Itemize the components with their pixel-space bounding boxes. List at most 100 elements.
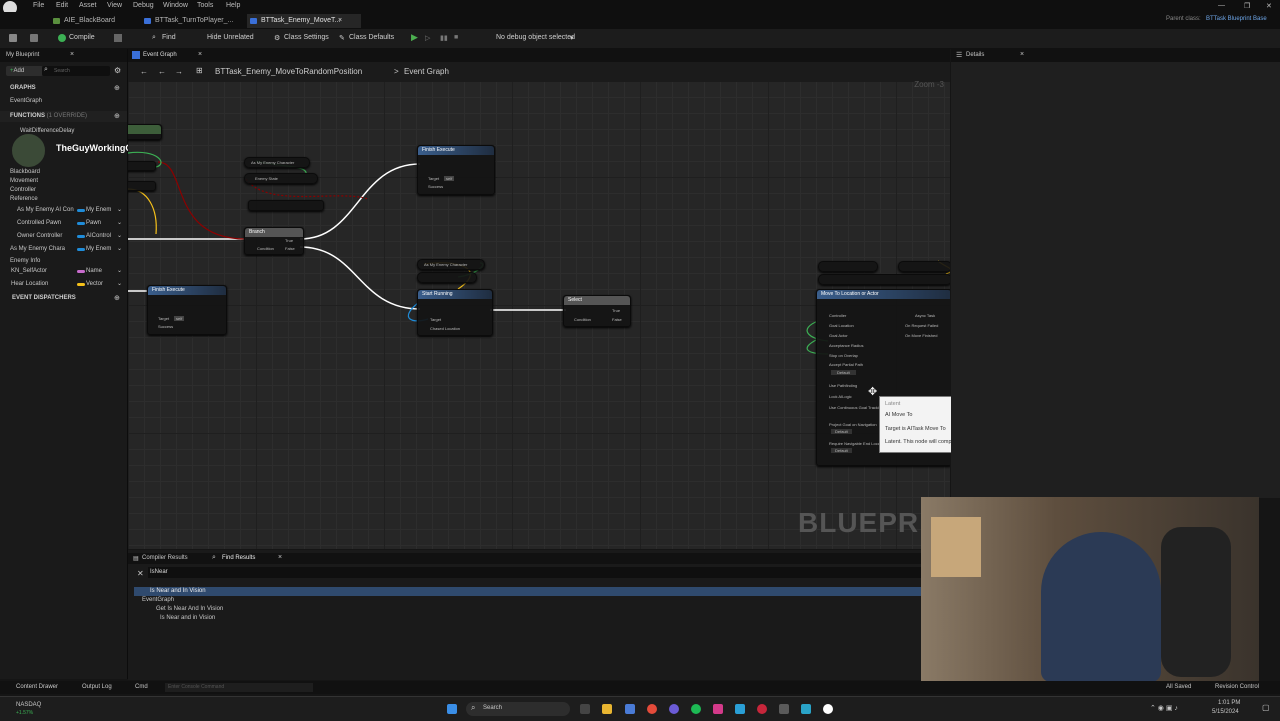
chevron-down-icon[interactable]: ⌄: [117, 266, 122, 277]
branch-node[interactable]: Branch Condition True False: [244, 227, 304, 255]
pin-default-select[interactable]: Default: [831, 448, 852, 453]
branch-node[interactable]: Select Condition True False: [563, 295, 631, 327]
menu-help[interactable]: Help: [226, 2, 240, 9]
menu-view[interactable]: View: [107, 2, 122, 9]
clear-search-icon[interactable]: ✕: [137, 569, 144, 578]
tab-turn-to-player[interactable]: BTTask_TurnToPlayer_...: [141, 14, 253, 28]
category-reference[interactable]: Reference: [0, 194, 127, 205]
as-my-enemy-character-getter[interactable]: As My Enemy Character: [417, 259, 485, 270]
enum-compare-node[interactable]: [248, 200, 324, 211]
clock-time[interactable]: 1:01 PM: [1218, 700, 1240, 706]
cmd-dropdown[interactable]: Cmd: [135, 684, 148, 690]
file-explorer-icon[interactable]: [602, 704, 612, 714]
app-icon[interactable]: [779, 704, 789, 714]
chrome-icon[interactable]: [647, 704, 657, 714]
find-search-input[interactable]: IsNear: [148, 567, 922, 578]
close-tab-icon[interactable]: ×: [338, 14, 342, 28]
my-blueprint-tab[interactable]: My Blueprint: [6, 52, 39, 58]
class-settings-button[interactable]: Class Settings: [284, 34, 329, 41]
finish-execute-node[interactable]: Finish Execute Target self Success: [417, 145, 495, 195]
app-icon[interactable]: [801, 704, 811, 714]
compiler-results-tab[interactable]: Compiler Results: [142, 555, 188, 561]
console-input[interactable]: Enter Console Command: [165, 683, 313, 692]
content-drawer-button[interactable]: Content Drawer: [16, 684, 58, 690]
tab-aie-blackboard[interactable]: AIE_BlackBoard: [50, 14, 144, 28]
windows-start-icon[interactable]: [447, 704, 457, 714]
app-icon[interactable]: [625, 704, 635, 714]
menu-window[interactable]: Window: [163, 2, 188, 9]
hear-location-getter[interactable]: [417, 272, 477, 283]
taskbar-search[interactable]: ⌕ Search: [466, 702, 570, 716]
variable-row[interactable]: KN_SelfActor Name ⌄: [0, 266, 127, 277]
notification-icon[interactable]: ▢: [1262, 703, 1270, 712]
stop-icon[interactable]: ■: [454, 34, 458, 41]
partial-node[interactable]: [128, 181, 156, 191]
close-tab-icon[interactable]: ×: [278, 554, 282, 561]
event-graph-item[interactable]: EventGraph: [0, 96, 127, 107]
app-icon[interactable]: [669, 704, 679, 714]
result-text[interactable]: Is Near and in Vision: [160, 615, 215, 621]
tray-icons[interactable]: ⌃ ◉ ▣ ♪: [1150, 704, 1178, 712]
variable-row[interactable]: Owner Controller AIControl ⌄: [0, 231, 127, 242]
add-function-icon[interactable]: ⊕: [114, 112, 120, 120]
add-dispatcher-icon[interactable]: ⊕: [114, 294, 120, 302]
hide-unrelated-button[interactable]: Hide Unrelated: [207, 34, 254, 41]
gear-icon[interactable]: ⚙: [114, 66, 121, 75]
stop-on-overlap-getter[interactable]: [818, 261, 878, 272]
menu-file[interactable]: File: [33, 2, 44, 9]
close-panel-icon[interactable]: ×: [1020, 51, 1024, 58]
all-saved-status[interactable]: All Saved: [1166, 684, 1191, 690]
diff-icon[interactable]: [114, 34, 122, 42]
blueprint-search-box[interactable]: ⌕ Search: [42, 66, 110, 76]
variable-row[interactable]: Controlled Pawn Pawn ⌄: [0, 218, 127, 229]
partial-node[interactable]: [128, 161, 156, 171]
partial-node[interactable]: [128, 124, 162, 140]
class-defaults-button[interactable]: Class Defaults: [349, 34, 394, 41]
spotify-icon[interactable]: [691, 704, 701, 714]
menu-edit[interactable]: Edit: [56, 2, 68, 9]
save-icon[interactable]: [9, 34, 17, 42]
parent-class-link[interactable]: BTTask Blueprint Base: [1206, 16, 1267, 22]
play-icon[interactable]: ▶: [411, 32, 418, 43]
enemy-state-getter[interactable]: Enemy State: [244, 173, 318, 184]
pin-default-select[interactable]: Default: [831, 429, 852, 434]
debug-object-select[interactable]: No debug object selected: [496, 34, 575, 41]
chevron-down-icon[interactable]: ⌄: [117, 279, 122, 290]
functions-section[interactable]: FUNCTIONS (1 OVERRIDE): [0, 111, 127, 122]
variable-row[interactable]: As My Enemy Chara My Enem ⌄: [0, 244, 127, 255]
step-icon[interactable]: ▷: [425, 34, 430, 42]
task-view-icon[interactable]: [580, 704, 590, 714]
result-text[interactable]: EventGraph: [142, 597, 174, 603]
output-log-button[interactable]: Output Log: [82, 684, 112, 690]
compile-button[interactable]: Compile: [69, 34, 95, 41]
unreal-engine-icon[interactable]: [823, 704, 833, 714]
clock-date[interactable]: 5/15/2024: [1212, 709, 1239, 715]
menu-asset[interactable]: Asset: [79, 2, 97, 9]
close-panel-icon[interactable]: ×: [70, 51, 74, 58]
minimize-icon[interactable]: —: [1218, 2, 1225, 9]
variable-row[interactable]: Hear Location Vector ⌄: [0, 279, 127, 290]
find-results-tab[interactable]: Find Results: [222, 555, 255, 561]
menu-debug[interactable]: Debug: [133, 2, 154, 9]
graphs-section[interactable]: GRAPHS: [0, 83, 127, 94]
chevron-down-icon[interactable]: ⌄: [117, 205, 122, 216]
chevron-down-icon[interactable]: ⌄: [117, 244, 122, 255]
hear-location-getter[interactable]: [898, 261, 950, 272]
tab-move-to-random[interactable]: BTTask_Enemy_MoveT... ×: [247, 14, 361, 28]
revision-control-button[interactable]: Revision Control: [1215, 684, 1259, 690]
menu-tools[interactable]: Tools: [197, 2, 213, 9]
details-tab[interactable]: Details: [966, 52, 984, 58]
result-text[interactable]: Get Is Near And In Vision: [156, 606, 223, 612]
add-graph-icon[interactable]: ⊕: [114, 84, 120, 92]
event-graph-canvas[interactable]: Event Graph × ← ← → ⊞ BTTask_Enemy_MoveT…: [128, 49, 950, 549]
browse-icon[interactable]: [30, 34, 38, 42]
pin-default-select[interactable]: Default: [831, 370, 856, 375]
app-icon[interactable]: [757, 704, 767, 714]
close-window-icon[interactable]: ✕: [1266, 2, 1272, 10]
chevron-down-icon[interactable]: ⌄: [117, 218, 122, 229]
app-icon[interactable]: [713, 704, 723, 714]
variable-row[interactable]: As My Enemy AI Con My Enem ⌄: [0, 205, 127, 216]
chevron-down-icon[interactable]: ⌄: [117, 231, 122, 242]
add-button[interactable]: +Add: [6, 66, 43, 76]
event-dispatchers-section[interactable]: EVENT DISPATCHERS: [0, 293, 127, 304]
